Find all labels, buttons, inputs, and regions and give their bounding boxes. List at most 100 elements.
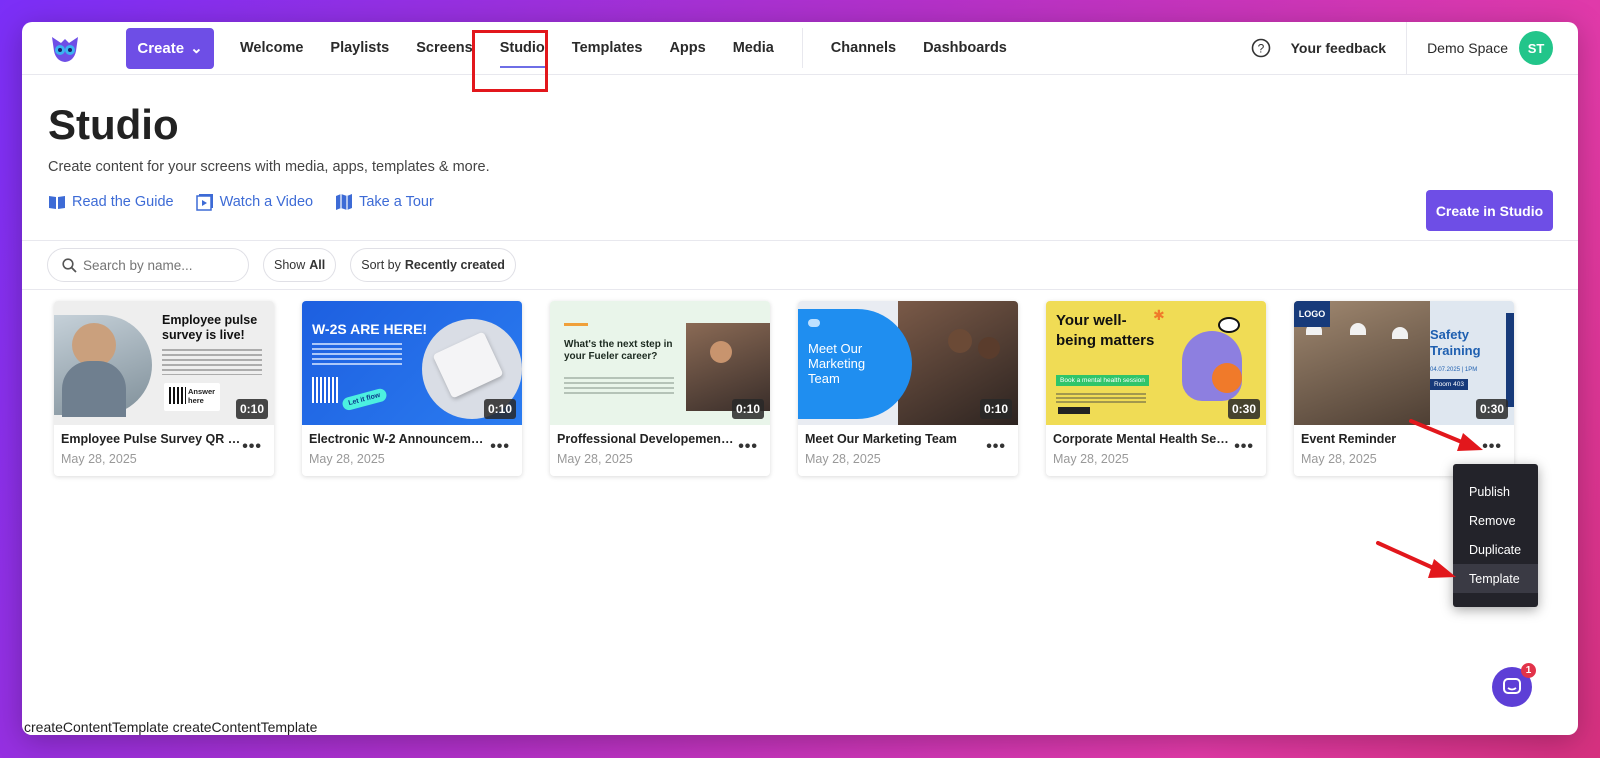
- more-options-icon[interactable]: •••: [1482, 439, 1502, 455]
- show-filter-value: All: [309, 258, 326, 272]
- content-card[interactable]: Your well-being matters Book a mental he…: [1046, 301, 1266, 476]
- status-bar: createContentTemplate createContentTempl…: [22, 719, 320, 735]
- help-icon[interactable]: ?: [1251, 38, 1271, 58]
- duration-badge: 0:30: [1475, 399, 1508, 419]
- content-card[interactable]: Meet Our Marketing Team 0:10 Meet Our Ma…: [798, 301, 1018, 476]
- read-guide-link[interactable]: Read the Guide: [48, 193, 174, 211]
- watch-video-link[interactable]: Watch a Video: [195, 193, 314, 211]
- thumb-headline: What's the next step in your Fueler care…: [564, 339, 673, 362]
- nav-studio[interactable]: Studio: [499, 22, 545, 75]
- more-options-icon[interactable]: •••: [1234, 439, 1254, 455]
- thumb-headline: Safety Training: [1430, 327, 1481, 358]
- nav-channels[interactable]: Channels: [831, 22, 896, 75]
- thumb-room-text: Room 403: [1430, 379, 1468, 390]
- card-thumbnail: Meet Our Marketing Team 0:10: [798, 301, 1018, 425]
- nav-welcome[interactable]: Welcome: [240, 22, 303, 75]
- card-date: May 28, 2025: [309, 452, 385, 466]
- create-button[interactable]: Create ⌄: [126, 27, 214, 69]
- app-window: Create ⌄ Welcome Playlists Screens Studi…: [22, 22, 1578, 735]
- content-card[interactable]: Employee pulse survey is live! Answer he…: [54, 301, 274, 476]
- content-grid: Employee pulse survey is live! Answer he…: [54, 301, 1514, 476]
- card-title: Corporate Mental Health Sessi...: [1053, 432, 1233, 446]
- take-tour-link[interactable]: Take a Tour: [335, 193, 434, 211]
- menu-item-duplicate[interactable]: Duplicate: [1453, 535, 1538, 564]
- thumb-date-text: 04.07.2025 | 1PM: [1430, 367, 1478, 373]
- duration-badge: 0:10: [235, 399, 268, 419]
- nav-right: ? Your feedback Demo Space ST: [1251, 22, 1578, 75]
- sort-filter[interactable]: Sort by Recently created: [350, 248, 516, 282]
- page-subtitle: Create content for your screens with med…: [48, 159, 490, 175]
- notification-badge: 1: [1521, 663, 1536, 678]
- page-title: Studio: [48, 101, 179, 148]
- menu-item-publish[interactable]: Publish: [1453, 477, 1538, 506]
- top-nav: Create ⌄ Welcome Playlists Screens Studi…: [22, 22, 1578, 92]
- more-options-icon[interactable]: •••: [738, 439, 758, 455]
- feedback-link[interactable]: Your feedback: [1291, 40, 1386, 56]
- thumb-headline: Employee pulse survey is live!: [162, 313, 258, 342]
- nav-screens[interactable]: Screens: [416, 22, 472, 75]
- thumb-button-text: Let it flow: [341, 387, 388, 412]
- sort-filter-prefix: Sort by: [361, 258, 401, 272]
- card-title: Electronic W-2 Announcement: [309, 432, 489, 446]
- card-date: May 28, 2025: [1053, 452, 1129, 466]
- svg-text:?: ?: [1257, 42, 1264, 56]
- video-icon: [195, 194, 213, 211]
- nav-templates[interactable]: Templates: [572, 22, 643, 75]
- card-thumbnail: What's the next step in your Fueler care…: [550, 301, 770, 425]
- card-date: May 28, 2025: [1301, 452, 1377, 466]
- content-card[interactable]: LOGO Safety Training 04.07.2025 | 1PM Ro…: [1294, 301, 1514, 476]
- watch-video-label: Watch a Video: [219, 194, 314, 210]
- create-label: Create: [137, 39, 185, 57]
- menu-item-template[interactable]: Template: [1453, 564, 1538, 593]
- search-icon: [62, 257, 77, 273]
- chat-button[interactable]: 1: [1492, 663, 1536, 707]
- nav-divider-right: [1406, 22, 1408, 75]
- thumb-headline: Meet Our Marketing Team: [808, 341, 866, 386]
- chevron-down-icon: ⌄: [190, 40, 203, 57]
- thumb-button-text: Book a mental health session: [1056, 375, 1149, 386]
- space-name[interactable]: Demo Space: [1427, 40, 1508, 56]
- more-options-icon[interactable]: •••: [490, 439, 510, 455]
- card-title: Meet Our Marketing Team: [805, 432, 957, 446]
- content-card[interactable]: What's the next step in your Fueler care…: [550, 301, 770, 476]
- thumb-headline: W-2S ARE HERE!: [312, 321, 428, 337]
- create-in-studio-button[interactable]: Create in Studio: [1426, 190, 1553, 231]
- avatar[interactable]: ST: [1519, 31, 1553, 65]
- duration-badge: 0:10: [483, 399, 516, 419]
- chat-icon: [1503, 678, 1521, 694]
- card-thumbnail: W-2S ARE HERE! Let it flow 0:10: [302, 301, 522, 425]
- nav-divider: [801, 28, 803, 68]
- annotation-arrow-icon: [1376, 541, 1456, 578]
- card-title: Proffessional Developement O...: [557, 432, 737, 446]
- menu-item-remove[interactable]: Remove: [1453, 506, 1538, 535]
- nav-apps[interactable]: Apps: [669, 22, 705, 75]
- take-tour-label: Take a Tour: [359, 194, 434, 210]
- card-options-menu: Publish Remove Duplicate Template: [1453, 464, 1538, 607]
- nav-dashboards[interactable]: Dashboards: [923, 22, 1007, 75]
- thumb-logo-text: LOGO: [1294, 301, 1330, 327]
- more-options-icon[interactable]: •••: [986, 439, 1006, 455]
- sort-filter-value: Recently created: [404, 258, 505, 272]
- read-guide-label: Read the Guide: [72, 194, 174, 210]
- thumb-headline: Your well-being matters: [1056, 312, 1155, 349]
- card-thumbnail: Your well-being matters Book a mental he…: [1046, 301, 1266, 425]
- help-links: Read the Guide Watch a Video Take a Tour: [48, 193, 434, 211]
- search-input[interactable]: [83, 257, 233, 273]
- thumb-button-text: Answer here: [188, 387, 216, 405]
- map-icon: [336, 194, 353, 210]
- card-date: May 28, 2025: [805, 452, 881, 466]
- book-icon: [49, 196, 65, 209]
- content-card[interactable]: W-2S ARE HERE! Let it flow 0:10 Electron…: [302, 301, 522, 476]
- card-thumbnail: LOGO Safety Training 04.07.2025 | 1PM Ro…: [1294, 301, 1514, 425]
- show-filter[interactable]: Show All: [263, 248, 337, 282]
- duration-badge: 0:10: [731, 399, 764, 419]
- more-options-icon[interactable]: •••: [242, 439, 262, 455]
- duration-badge: 0:10: [979, 399, 1012, 419]
- nav-playlists[interactable]: Playlists: [330, 22, 389, 75]
- nav-media[interactable]: Media: [733, 22, 774, 75]
- search-field[interactable]: [47, 248, 249, 282]
- app-logo-icon[interactable]: [48, 31, 82, 65]
- card-date: May 28, 2025: [557, 452, 633, 466]
- filter-bar: Show All Sort by Recently created: [22, 241, 1578, 290]
- card-thumbnail: Employee pulse survey is live! Answer he…: [54, 301, 274, 425]
